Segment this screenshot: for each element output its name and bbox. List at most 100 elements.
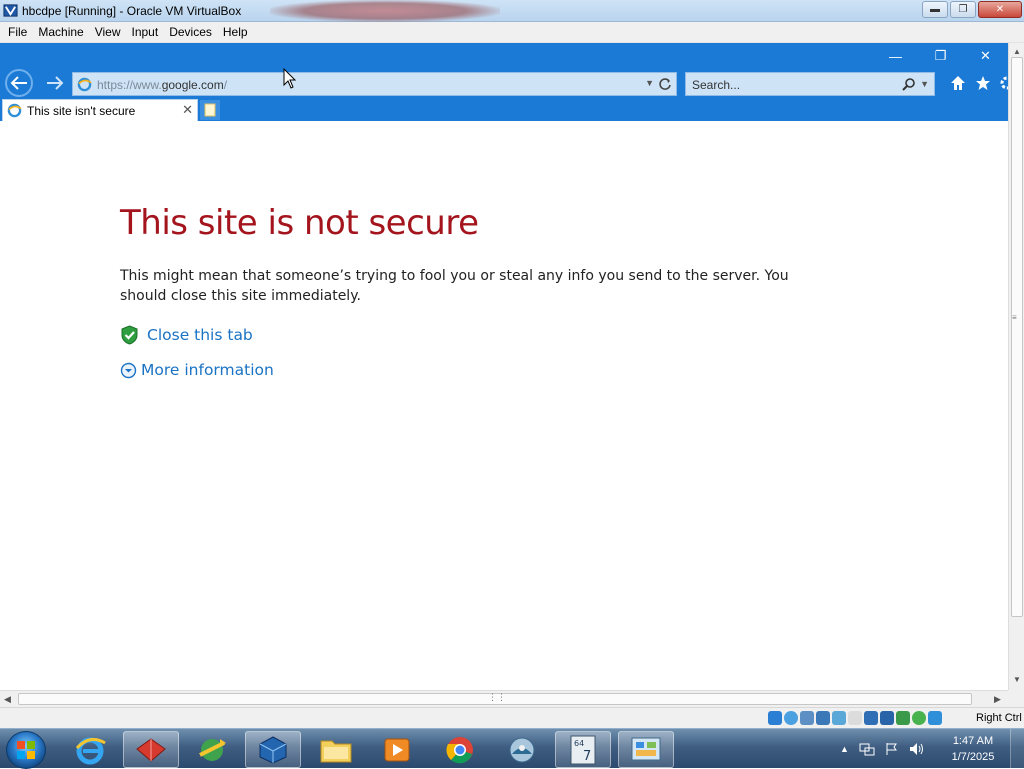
browser-chrome: — ❐ ✕ https://www.google.com/ ▼ Search..… (0, 43, 1008, 121)
scroll-grip-icon: ⋮⋮ (488, 692, 506, 702)
minimize-button[interactable]: ▬ (922, 1, 948, 18)
close-window-button[interactable]: ✕ (978, 1, 1022, 18)
taskbar-red-app[interactable] (123, 731, 179, 768)
close-icon: ✕ (995, 4, 1005, 15)
menu-view[interactable]: View (91, 25, 128, 39)
close-icon: ✕ (980, 48, 991, 63)
taskbar-clock[interactable]: 1:47 AM 1/7/2025 (944, 733, 1002, 765)
scroll-down-icon[interactable]: ▼ (1013, 675, 1021, 684)
taskbar-win7-64-app[interactable]: 64 7 (555, 731, 611, 768)
browser-minimize-button[interactable]: — (873, 45, 918, 67)
refresh-icon[interactable] (658, 77, 672, 91)
globe-status-icon[interactable] (912, 711, 926, 725)
action-center-flag-icon[interactable] (885, 742, 899, 756)
ie-page-icon (77, 77, 92, 92)
address-dropdown-icon[interactable]: ▼ (645, 78, 654, 88)
settings-gear-icon[interactable] (999, 75, 1008, 91)
window-controls: ▬ ❐ ✕ (922, 1, 1022, 18)
usb-icon[interactable] (832, 711, 846, 725)
clock-date: 1/7/2025 (951, 751, 995, 763)
shared-folders-icon[interactable] (848, 711, 862, 725)
vertical-scroll-thumb[interactable] (1011, 57, 1023, 617)
internet-explorer-icon (75, 737, 106, 764)
satellite-dish-icon (509, 737, 535, 762)
hard-disk-icon[interactable] (768, 711, 782, 725)
show-hidden-icons-icon[interactable]: ▲ (840, 744, 849, 754)
virtualization-icon[interactable] (896, 711, 910, 725)
search-placeholder: Search... (692, 78, 741, 92)
video-capture-icon[interactable] (880, 711, 894, 725)
search-icon[interactable] (902, 77, 916, 91)
network-status-icon[interactable] (859, 742, 875, 756)
tab-active[interactable]: This site isn't secure ✕ (2, 99, 198, 121)
red-cube-icon (136, 737, 166, 762)
vbox-menu-bar: File Machine View Input Devices Help (0, 22, 1024, 43)
restore-button[interactable]: ❐ (950, 1, 976, 18)
show-desktop-button[interactable] (1010, 729, 1024, 769)
favorites-star-icon[interactable] (975, 75, 991, 91)
close-tab-row[interactable]: Close this tab (120, 325, 253, 345)
optical-drive-icon[interactable] (784, 711, 798, 725)
menu-devices[interactable]: Devices (165, 25, 219, 39)
virtualbox-icon (259, 735, 287, 764)
vbox-title-bar: hbcdpe [Running] - Oracle VM VirtualBox … (0, 0, 1024, 22)
close-tab-link[interactable]: Close this tab (147, 326, 253, 344)
scroll-left-icon[interactable]: ◀ (4, 694, 11, 705)
scroll-up-icon[interactable]: ▲ (1013, 47, 1021, 56)
host-key-label: Right Ctrl (976, 712, 1022, 724)
taskbar-media-player[interactable] (369, 731, 425, 768)
network-globe-icon (199, 738, 226, 761)
scroll-corner (1008, 690, 1024, 707)
minimize-icon: ▬ (930, 4, 940, 15)
back-button[interactable] (5, 69, 33, 97)
url-prefix: https://www. (97, 78, 162, 92)
forward-button[interactable] (41, 69, 69, 97)
media-player-icon (384, 738, 410, 761)
menu-input[interactable]: Input (128, 25, 166, 39)
menu-file[interactable]: File (4, 25, 34, 39)
more-info-link[interactable]: More information (141, 361, 274, 379)
search-box[interactable]: Search... ▼ (685, 72, 935, 96)
scroll-right-icon[interactable]: ▶ (994, 694, 1001, 705)
taskbar-network-app[interactable] (184, 731, 240, 768)
taskbar-chrome[interactable] (432, 731, 488, 768)
address-bar[interactable]: https://www.google.com/ ▼ (72, 72, 677, 96)
title-bar-decoration (270, 0, 500, 22)
browser-close-button[interactable]: ✕ (963, 45, 1008, 67)
restore-icon: ❐ (934, 48, 947, 63)
mouse-integration-icon[interactable] (928, 711, 942, 725)
taskbar-satellite-app[interactable] (494, 731, 550, 768)
new-tab-button[interactable] (200, 100, 220, 120)
more-info-row[interactable]: More information (120, 361, 274, 379)
system-tray: ▲ (840, 729, 925, 769)
page-content: This site is not secure This might mean … (0, 121, 1008, 690)
ie-tab-icon (7, 103, 22, 118)
menu-machine[interactable]: Machine (34, 25, 90, 39)
restore-icon: ❐ (958, 4, 968, 15)
error-headline: This site is not secure (120, 203, 479, 243)
speaker-volume-icon[interactable] (909, 742, 925, 756)
taskbar-virtualbox[interactable] (245, 731, 301, 768)
taskbar-internet-explorer[interactable] (62, 731, 118, 768)
taskbar-control-panel[interactable] (618, 731, 674, 768)
vbox-status-bar: Right Ctrl (0, 707, 1024, 728)
horizontal-scrollbar[interactable]: ◀ ⋮⋮ ▶ (0, 690, 1008, 707)
home-icon[interactable] (950, 75, 966, 91)
tab-close-icon[interactable]: ✕ (182, 102, 193, 118)
menu-help[interactable]: Help (219, 25, 255, 39)
browser-restore-button[interactable]: ❐ (918, 45, 963, 67)
address-url: https://www.google.com/ (97, 78, 227, 92)
windows-logo-icon (17, 741, 35, 759)
display-icon[interactable] (864, 711, 878, 725)
virtualbox-app-icon (3, 4, 18, 17)
search-dropdown-icon[interactable]: ▼ (920, 79, 929, 89)
start-button[interactable] (6, 731, 46, 769)
chevron-down-circle-icon (120, 362, 137, 378)
svg-text:64: 64 (574, 739, 584, 748)
network-icon[interactable] (816, 711, 830, 725)
taskbar-file-explorer[interactable] (308, 731, 364, 768)
win7-64-icon: 647 (570, 735, 596, 764)
vertical-scrollbar[interactable]: ▲ ≡ ▼ (1008, 43, 1024, 690)
audio-icon[interactable] (800, 711, 814, 725)
error-description: This might mean that someone’s trying to… (120, 268, 789, 304)
